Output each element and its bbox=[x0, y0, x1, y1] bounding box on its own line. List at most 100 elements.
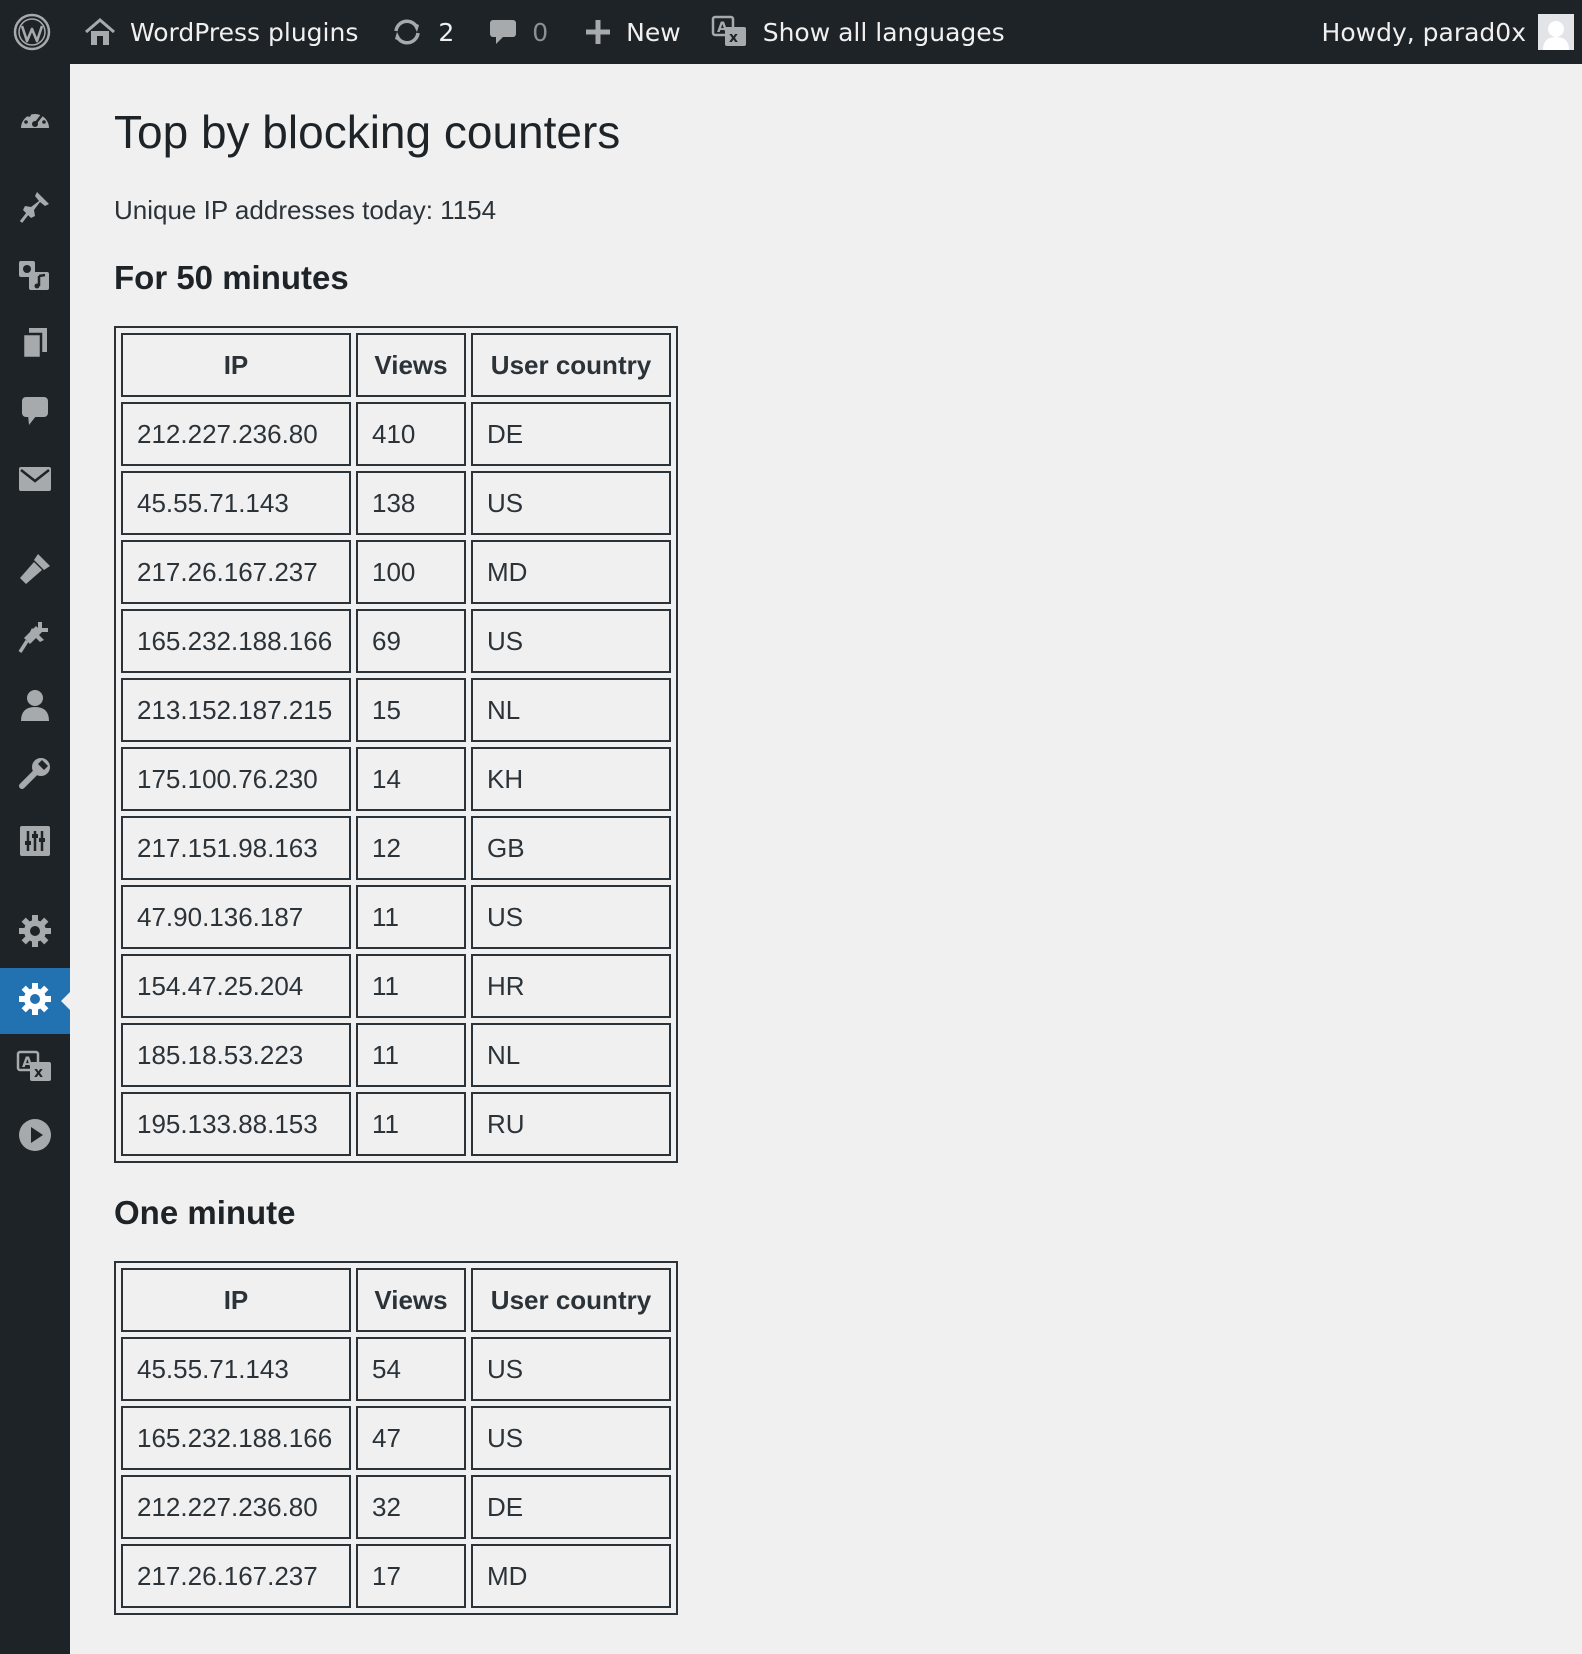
mail-icon bbox=[18, 466, 52, 496]
show-all-languages-link[interactable]: A x Show all languages bbox=[711, 0, 1005, 64]
ip-cell: 212.227.236.80 bbox=[121, 402, 351, 466]
stats-table-one-minute: IP Views User country 45.55.71.143 54 US 1… bbox=[114, 1261, 678, 1615]
country-cell: US bbox=[471, 1337, 671, 1401]
play-icon bbox=[18, 1118, 52, 1156]
menu-tools[interactable] bbox=[0, 742, 70, 808]
table-row: 45.55.71.143 54 US bbox=[121, 1337, 671, 1401]
column-header-user-country: User country bbox=[471, 333, 671, 397]
ip-cell: 165.232.188.166 bbox=[121, 609, 351, 673]
site-name-link[interactable]: WordPress plugins bbox=[84, 0, 358, 64]
settings-icon bbox=[17, 981, 53, 1021]
menu-dashboard[interactable] bbox=[0, 88, 70, 154]
plus-icon bbox=[584, 18, 612, 46]
admin-side-menu: A x bbox=[0, 64, 70, 1654]
users-icon bbox=[20, 688, 50, 726]
sliders-icon bbox=[19, 825, 51, 861]
table-row: 45.55.71.143 138 US bbox=[121, 471, 671, 535]
table-row: 165.232.188.166 47 US bbox=[121, 1406, 671, 1470]
my-account-link[interactable]: Howdy, parad0x bbox=[1322, 0, 1574, 64]
menu-plugins[interactable] bbox=[0, 606, 70, 672]
table-header-row: IP Views User country bbox=[121, 1268, 671, 1332]
unique-ips-text: Unique IP addresses today: 1154 bbox=[114, 195, 497, 225]
column-header-views: Views bbox=[356, 333, 466, 397]
table-row: 175.100.76.230 14 KH bbox=[121, 747, 671, 811]
menu-posts[interactable] bbox=[0, 176, 70, 242]
menu-media-player[interactable] bbox=[0, 1104, 70, 1170]
new-content-link[interactable]: New bbox=[584, 0, 681, 64]
menu-languages[interactable]: A x bbox=[0, 1036, 70, 1102]
pages-icon bbox=[20, 326, 50, 364]
plugins-icon bbox=[18, 620, 52, 658]
updates-icon bbox=[390, 17, 424, 47]
menu-appearance[interactable] bbox=[0, 538, 70, 604]
updates-link[interactable]: 2 bbox=[390, 0, 454, 64]
table-row: 165.232.188.166 69 US bbox=[121, 609, 671, 673]
views-cell: 32 bbox=[356, 1475, 466, 1539]
views-cell: 12 bbox=[356, 816, 466, 880]
tools-icon bbox=[18, 756, 52, 794]
country-cell: US bbox=[471, 471, 671, 535]
section-heading-50-minutes: For 50 minutes bbox=[114, 259, 349, 296]
views-cell: 11 bbox=[356, 954, 466, 1018]
menu-users[interactable] bbox=[0, 674, 70, 740]
ip-cell: 213.152.187.215 bbox=[121, 678, 351, 742]
views-cell: 100 bbox=[356, 540, 466, 604]
ip-cell: 212.227.236.80 bbox=[121, 1475, 351, 1539]
table-row: 213.152.187.215 15 NL bbox=[121, 678, 671, 742]
country-cell: NL bbox=[471, 678, 671, 742]
menu-settings-current[interactable] bbox=[0, 968, 70, 1034]
table-row: 47.90.136.187 11 US bbox=[121, 885, 671, 949]
menu-pages[interactable] bbox=[0, 312, 70, 378]
section-heading-one-minute: One minute bbox=[114, 1194, 296, 1231]
column-header-views: Views bbox=[356, 1268, 466, 1332]
ip-cell: 195.133.88.153 bbox=[121, 1092, 351, 1156]
views-cell: 47 bbox=[356, 1406, 466, 1470]
country-cell: DE bbox=[471, 1475, 671, 1539]
country-cell: DE bbox=[471, 402, 671, 466]
views-cell: 17 bbox=[356, 1544, 466, 1608]
home-icon bbox=[84, 17, 116, 47]
views-cell: 410 bbox=[356, 402, 466, 466]
column-header-user-country: User country bbox=[471, 1268, 671, 1332]
table-header-row: IP Views User country bbox=[121, 333, 671, 397]
dashboard-icon bbox=[18, 104, 52, 138]
media-icon bbox=[17, 258, 53, 296]
column-header-ip: IP bbox=[121, 333, 351, 397]
table-row: 185.18.53.223 11 NL bbox=[121, 1023, 671, 1087]
country-cell: HR bbox=[471, 954, 671, 1018]
menu-sliders[interactable] bbox=[0, 810, 70, 876]
ip-cell: 185.18.53.223 bbox=[121, 1023, 351, 1087]
wordpress-logo-icon[interactable] bbox=[0, 0, 64, 64]
menu-settings[interactable] bbox=[0, 900, 70, 966]
ip-cell: 217.26.167.237 bbox=[121, 540, 351, 604]
country-cell: US bbox=[471, 885, 671, 949]
table-row: 212.227.236.80 410 DE bbox=[121, 402, 671, 466]
page-title: Top by blocking counters bbox=[114, 106, 621, 158]
table-row: 195.133.88.153 11 RU bbox=[121, 1092, 671, 1156]
table-row: 217.151.98.163 12 GB bbox=[121, 816, 671, 880]
country-cell: GB bbox=[471, 816, 671, 880]
avatar bbox=[1538, 14, 1574, 50]
comments-icon bbox=[20, 395, 50, 431]
posts-pin-icon bbox=[19, 190, 51, 228]
appearance-icon bbox=[18, 552, 52, 590]
views-cell: 54 bbox=[356, 1337, 466, 1401]
views-cell: 11 bbox=[356, 1092, 466, 1156]
country-cell: MD bbox=[471, 1544, 671, 1608]
table-row: 217.26.167.237 17 MD bbox=[121, 1544, 671, 1608]
country-cell: KH bbox=[471, 747, 671, 811]
country-cell: MD bbox=[471, 540, 671, 604]
menu-mail[interactable] bbox=[0, 448, 70, 514]
country-cell: NL bbox=[471, 1023, 671, 1087]
main-content: Top by blocking counters Unique IP addre… bbox=[114, 64, 1554, 1615]
country-cell: RU bbox=[471, 1092, 671, 1156]
menu-media[interactable] bbox=[0, 244, 70, 310]
site-name-label: WordPress plugins bbox=[130, 17, 359, 47]
admin-bar: WordPress plugins 2 0 New A x Show all l… bbox=[0, 0, 1582, 64]
comments-link[interactable]: 0 bbox=[488, 0, 548, 64]
table-row: 217.26.167.237 100 MD bbox=[121, 540, 671, 604]
menu-comments[interactable] bbox=[0, 380, 70, 446]
translate-icon: A x bbox=[16, 1050, 54, 1088]
updates-count: 2 bbox=[438, 17, 455, 47]
table-row: 154.47.25.204 11 HR bbox=[121, 954, 671, 1018]
